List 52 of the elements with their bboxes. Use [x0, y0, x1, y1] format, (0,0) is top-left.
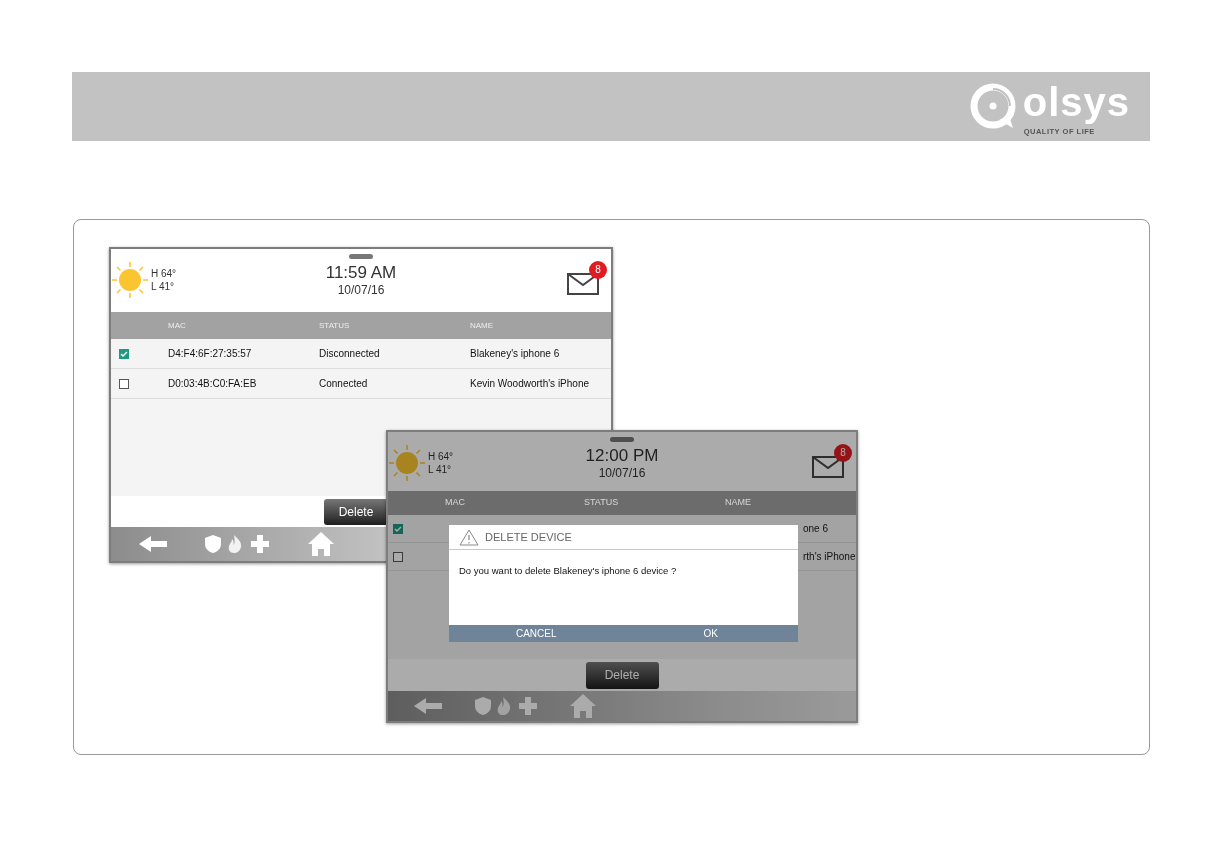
column-header: STATUS — [584, 496, 620, 510]
shield-icon[interactable] — [475, 697, 491, 715]
delete-button[interactable]: Delete — [585, 661, 659, 689]
table-cell-text: one 6 — [802, 522, 830, 536]
drawer-handle[interactable] — [610, 437, 634, 442]
notification-badge: 8 — [834, 444, 852, 462]
checkbox[interactable] — [393, 523, 403, 534]
clock-date: 10/07/16 — [598, 466, 646, 481]
dialog-title: DELETE DEVICE — [485, 529, 572, 545]
back-arrow-icon[interactable] — [414, 698, 442, 714]
mail-icon[interactable] — [812, 455, 844, 478]
column-header: NAME — [725, 496, 752, 510]
warning-icon — [459, 528, 479, 546]
plus-icon[interactable] — [251, 535, 269, 553]
dialog-button[interactable]: CANCEL — [449, 625, 624, 642]
sun-icon — [388, 444, 426, 482]
checkbox[interactable] — [393, 551, 403, 562]
flame-icon[interactable] — [227, 535, 243, 553]
weather-high: H 64° — [428, 450, 454, 463]
table-cell-text: Disconnected — [319, 347, 381, 361]
back-arrow-icon[interactable] — [139, 536, 167, 552]
notification-badge: 8 — [589, 261, 607, 279]
column-header: NAME — [470, 319, 495, 332]
table-cell-text: D0:03:4B:C0:FA:EB — [168, 377, 258, 391]
column-header: MAC — [168, 319, 187, 332]
clock-time: 11:59 AM — [325, 263, 397, 283]
weather-high: H 64° — [151, 267, 177, 280]
table-cell-text: Blakeney's iphone 6 — [470, 347, 561, 361]
flame-icon[interactable] — [496, 697, 512, 715]
drawer-handle[interactable] — [349, 254, 373, 259]
logo-text: olsys — [1022, 80, 1130, 124]
weather-low: L 41° — [151, 280, 176, 293]
weather-low: L 41° — [428, 463, 453, 476]
table-cell-text: rth's iPhone — [802, 550, 856, 564]
delete-button[interactable]: Delete — [324, 498, 388, 525]
sun-icon — [111, 261, 149, 299]
home-icon[interactable] — [308, 532, 334, 556]
clock-time: 12:00 PM — [585, 446, 659, 466]
checkbox[interactable] — [119, 348, 129, 359]
table-cell-text: Kevin Woodworth's iPhone — [470, 377, 590, 391]
checkbox[interactable] — [119, 378, 129, 389]
shield-icon[interactable] — [205, 535, 221, 553]
dialog-button[interactable]: OK — [623, 625, 798, 642]
clock-date: 10/07/16 — [337, 283, 385, 298]
plus-icon[interactable] — [519, 697, 537, 715]
home-icon[interactable] — [570, 694, 596, 718]
column-header: STATUS — [319, 319, 351, 332]
table-cell-text: Connected — [319, 377, 369, 391]
dialog-message: Do you want to delete Blakeney's iphone 6 device ? — [458, 564, 678, 578]
table-cell-text: D4:F4:6F:27:35:57 — [168, 347, 253, 361]
mail-icon[interactable] — [567, 272, 599, 295]
column-header: MAC — [445, 496, 466, 510]
